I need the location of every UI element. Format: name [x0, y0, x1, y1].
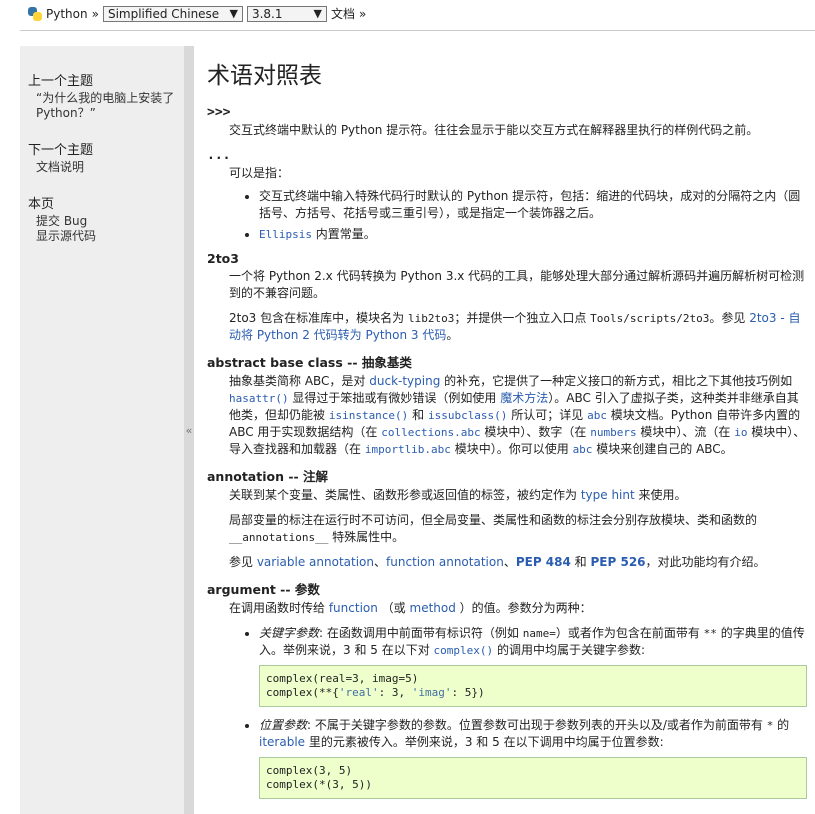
isinstance-link[interactable]: isinstance() [329, 409, 408, 422]
version-select-value: 3.8.1 [251, 6, 283, 21]
type-hint-link[interactable]: type hint [581, 488, 635, 502]
io-link[interactable]: io [734, 426, 747, 439]
glossary-term-prompt: >>> [207, 105, 231, 120]
top-navigation-bar: Python » Simplified Chinese ▼ 3.8.1 ▼ 文档… [0, 0, 815, 31]
iterable-link[interactable]: iterable [259, 735, 305, 749]
page-title: 术语对照表 [207, 63, 322, 89]
left-margin [0, 30, 20, 814]
pep-526-link[interactable]: PEP 526 [591, 555, 646, 569]
numbers-link[interactable]: numbers [590, 426, 636, 439]
definition-text: 一个将 Python 2.x 代码转换为 Python 3.x 代码的工具，能够… [229, 269, 805, 300]
sidebar-collapse-button[interactable]: « [184, 46, 194, 814]
issubclass-link[interactable]: issubclass() [428, 409, 507, 422]
code-line: complex(**{'real': 3, 'imag': 5}) [266, 686, 485, 699]
prev-topic-section: 上一个主题 “为什么我的电脑上安装了 Python？” [28, 70, 176, 121]
definition-text: 可以是指： [229, 166, 290, 180]
collapse-chevron-icon: « [185, 423, 193, 437]
collections-abc-link[interactable]: collections.abc [381, 426, 480, 439]
definition-text: 交互式终端中默认的 Python 提示符。往往会显示于能以交互方式在解释器里执行… [229, 123, 759, 137]
prev-topic-link[interactable]: “为什么我的电脑上安装了 Python？” [36, 91, 174, 120]
report-bug-link[interactable]: 提交 Bug [36, 214, 87, 228]
definition-text: 抽象基类简称 ABC，是对 duck-typing 的补充，它提供了一种定义接口… [229, 374, 806, 456]
definition-text: 在调用函数时传给 function （或 method ）的值。参数分为两种： [229, 601, 592, 615]
this-page-section: 本页 提交 Bug 显示源代码 [28, 193, 176, 244]
language-select-value: Simplified Chinese [107, 6, 220, 21]
next-topic-link[interactable]: 文档说明 [36, 160, 84, 174]
code-line: complex(3, 5) [266, 764, 353, 777]
show-source-link[interactable]: 显示源代码 [36, 229, 96, 243]
definition-text: 2to3 包含在标准库中，模块名为 lib2to3；并提供一个独立入口点 Too… [229, 311, 801, 342]
abc-module-link[interactable]: abc [573, 443, 593, 456]
breadcrumb-separator: » [91, 6, 99, 21]
variable-annotation-link[interactable]: variable annotation [257, 555, 374, 569]
list-item: 关键字参数: 在函数调用中前面带有标识符（例如 name=）或者作为包含在前面带… [259, 625, 807, 707]
glossary-term-2to3: 2to3 [207, 251, 239, 266]
list-item: 位置参数: 不属于关键字参数的参数。位置参数可出现于参数列表的开头以及/或者作为… [259, 717, 807, 799]
glossary-definition: 在调用函数时传给 function （或 method ）的值。参数分为两种： … [229, 600, 807, 799]
this-page-heading: 本页 [28, 197, 55, 212]
glossary-term-ellipsis: ... [207, 148, 231, 163]
magic-method-link[interactable]: 魔术方法 [500, 391, 548, 405]
language-select[interactable]: Simplified Chinese ▼ [102, 5, 243, 22]
method-link[interactable]: method [410, 601, 456, 615]
definition-text: 参见 variable annotation、function annotati… [229, 555, 766, 569]
duck-typing-link[interactable]: duck-typing [369, 374, 440, 388]
glossary-term-abc: abstract base class -- 抽象基类 [207, 355, 412, 370]
glossary-definition: 抽象基类简称 ABC，是对 duck-typing 的补充，它提供了一种定义接口… [229, 373, 807, 458]
ellipsis-link[interactable]: Ellipsis [259, 228, 312, 241]
importlib-abc-link[interactable]: importlib.abc [365, 443, 451, 456]
chevron-down-icon: ▼ [229, 6, 238, 20]
definition-text: 局部变量的标注在运行时不可访问，但全局变量、类属性和函数的标注会分别存放模块、类… [229, 513, 758, 544]
list-item: Ellipsis 内置常量。 [259, 226, 807, 243]
glossary-definition: 交互式终端中默认的 Python 提示符。往往会显示于能以交互方式在解释器里执行… [229, 122, 807, 139]
chevron-down-icon: ▼ [313, 6, 322, 20]
hasattr-link[interactable]: hasattr() [229, 392, 289, 405]
code-block: complex(3, 5) complex(*(3, 5)) [259, 757, 807, 799]
function-annotation-link[interactable]: function annotation [386, 555, 504, 569]
next-topic-heading: 下一个主题 [28, 143, 94, 158]
list-item: 交互式终端中输入特殊代码行时默认的 Python 提示符，包括：缩进的代码块，成… [259, 188, 807, 222]
abc-module-link[interactable]: abc [587, 409, 607, 422]
function-link[interactable]: function [329, 601, 378, 615]
definition-text: 关联到某个变量、类属性、函数形参或返回值的标签，被约定作为 type hint … [229, 488, 687, 502]
prev-topic-heading: 上一个主题 [28, 74, 94, 89]
code-line: complex(real=3, imag=5) [266, 672, 419, 685]
pep-484-link[interactable]: PEP 484 [516, 555, 571, 569]
glossary-definition: 可以是指： 交互式终端中输入特殊代码行时默认的 Python 提示符，包括：缩进… [229, 165, 807, 243]
glossary-definition: 关联到某个变量、类属性、函数形参或返回值的标签，被约定作为 type hint … [229, 487, 807, 571]
docs-link[interactable]: 文档 [331, 5, 355, 22]
definition-list: 关键字参数: 在函数调用中前面带有标识符（例如 name=）或者作为包含在前面带… [229, 625, 807, 799]
glossary-term-argument: argument -- 参数 [207, 582, 320, 597]
glossary-term-annotation: annotation -- 注解 [207, 469, 329, 484]
next-topic-section: 下一个主题 文档说明 [28, 139, 176, 175]
breadcrumb-separator: » [358, 6, 367, 21]
sidebar: 上一个主题 “为什么我的电脑上安装了 Python？” 下一个主题 文档说明 本… [20, 46, 184, 814]
code-block: complex(real=3, imag=5) complex(**{'real… [259, 665, 807, 707]
definition-list: 交互式终端中输入特殊代码行时默认的 Python 提示符，包括：缩进的代码块，成… [229, 188, 807, 243]
glossary-definition: 一个将 Python 2.x 代码转换为 Python 3.x 代码的工具，能够… [229, 268, 807, 344]
version-select[interactable]: 3.8.1 ▼ [246, 5, 327, 22]
complex-link[interactable]: complex() [434, 644, 494, 657]
python-logo-icon [28, 6, 42, 21]
code-line: complex(*(3, 5)) [266, 778, 372, 791]
main-content: 术语对照表 >>> 交互式终端中默认的 Python 提示符。往往会显示于能以交… [207, 46, 807, 809]
glossary-list: >>> 交互式终端中默认的 Python 提示符。往往会显示于能以交互方式在解释… [207, 104, 807, 799]
python-home-link[interactable]: Python [46, 7, 88, 21]
